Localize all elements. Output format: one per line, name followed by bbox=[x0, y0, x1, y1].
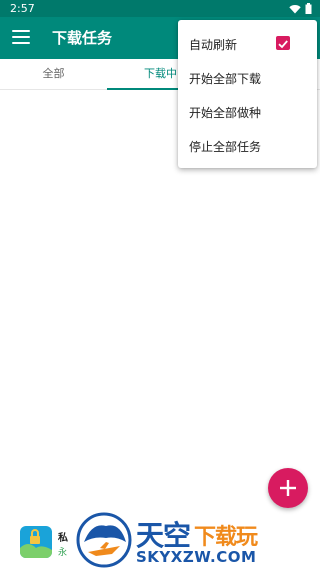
site-watermark: 天空 下载玩 SKYXZW.COM bbox=[76, 512, 320, 569]
banner-app-icon bbox=[20, 526, 52, 558]
menu-item-label: 自动刷新 bbox=[189, 38, 238, 52]
checkmark-icon bbox=[278, 40, 288, 49]
battery-icon bbox=[305, 3, 312, 14]
plus-icon bbox=[280, 480, 296, 496]
menu-item-start-all-downloads[interactable]: 开始全部下载 bbox=[178, 60, 317, 94]
wifi-icon bbox=[289, 4, 301, 13]
menu-item-start-all-seeding[interactable]: 开始全部做种 bbox=[178, 94, 317, 128]
banner-subtitle: 永 bbox=[58, 548, 68, 558]
menu-item-stop-all-tasks[interactable]: 停止全部任务 bbox=[178, 128, 317, 162]
banner-title: 私 bbox=[58, 533, 68, 544]
watermark-url: SKYXZW.COM bbox=[136, 548, 257, 566]
watermark-name-accent: 下载玩 bbox=[194, 525, 258, 550]
add-task-button[interactable] bbox=[268, 468, 308, 508]
page-title: 下载任务 bbox=[52, 29, 113, 47]
status-icons bbox=[289, 3, 312, 14]
tab-all[interactable]: 全部 bbox=[0, 59, 107, 90]
menu-item-label: 开始全部下载 bbox=[189, 72, 262, 86]
overflow-menu: 自动刷新 开始全部下载 开始全部做种 停止全部任务 bbox=[178, 20, 317, 168]
photo-lock-icon bbox=[20, 529, 52, 558]
menu-item-label: 开始全部做种 bbox=[189, 106, 262, 120]
status-bar: 2:57 bbox=[0, 0, 320, 17]
status-time: 2:57 bbox=[10, 2, 35, 15]
hamburger-menu-icon[interactable] bbox=[12, 30, 30, 44]
menu-item-auto-refresh[interactable]: 自动刷新 bbox=[178, 26, 317, 60]
auto-refresh-checkbox[interactable] bbox=[276, 36, 290, 50]
menu-item-label: 停止全部任务 bbox=[189, 140, 262, 154]
watermark-logo-icon bbox=[76, 512, 132, 568]
app-root: 2:57 下载任务 全部 下载中 私 永 天空 下载玩 SKYXZW.COM 自… bbox=[0, 0, 320, 569]
